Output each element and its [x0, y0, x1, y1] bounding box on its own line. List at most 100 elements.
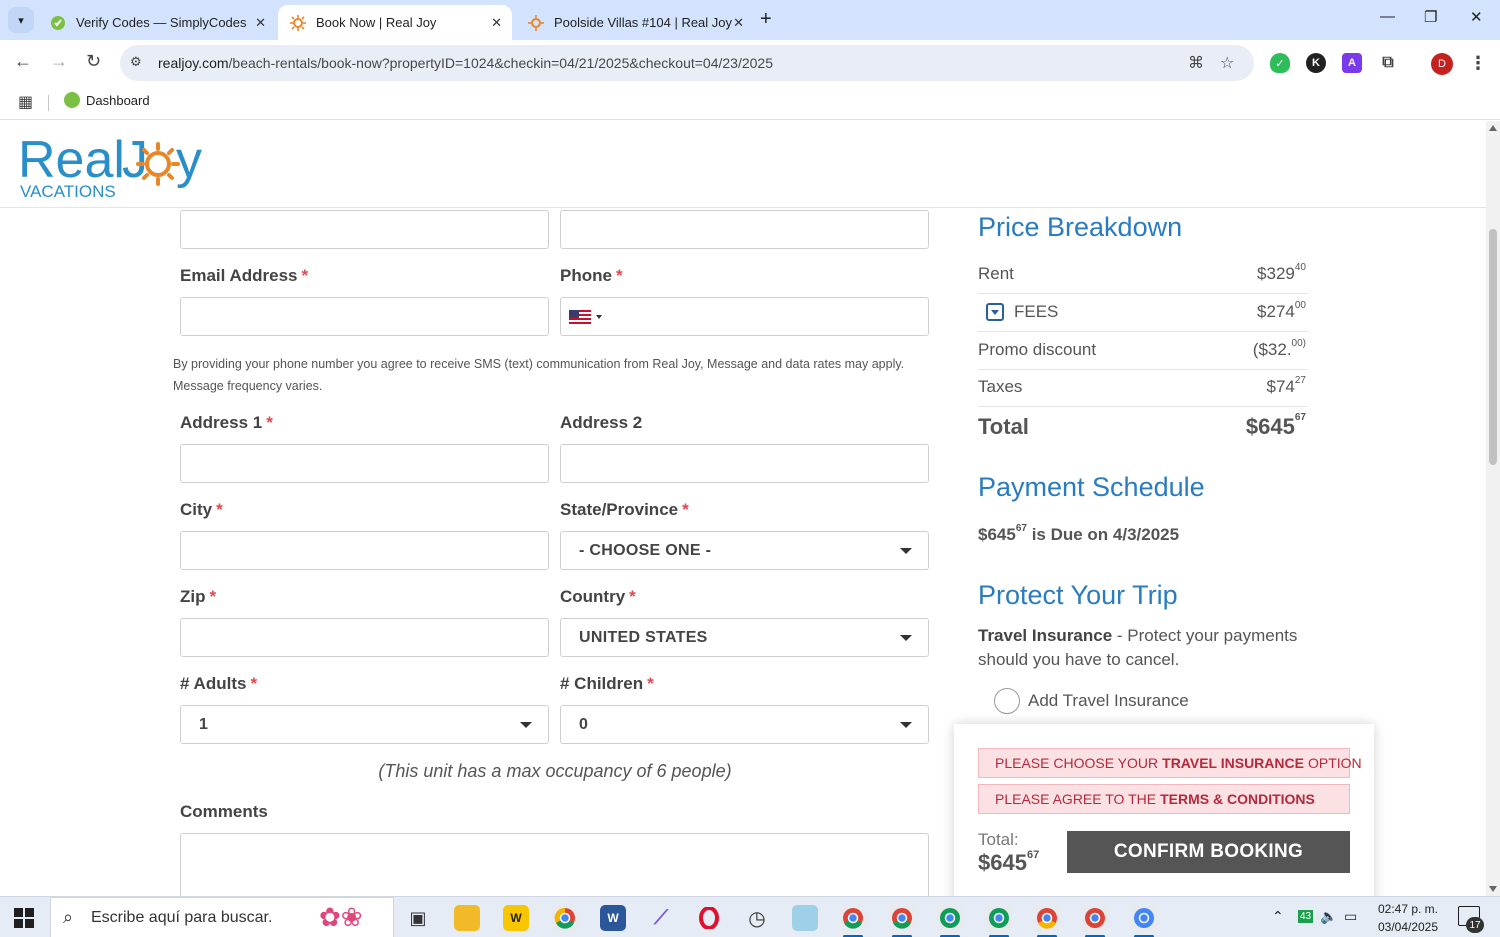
- caret-down-icon: [900, 722, 912, 728]
- new-tab-button[interactable]: +: [760, 8, 772, 31]
- chrome-profile-icon[interactable]: [937, 905, 963, 937]
- feather-app-icon[interactable]: ⟋: [648, 905, 674, 931]
- booking-form-page: Email Address * Phone * By providing your …: [0, 208, 1486, 896]
- bookmark-star-icon[interactable]: ☆: [1220, 53, 1234, 73]
- scrollbar-thumb[interactable]: [1489, 229, 1497, 465]
- city-label: City *: [180, 500, 223, 519]
- tab-poolside-villas[interactable]: Poolside Villas #104 | Real Joy ✕: [516, 5, 754, 40]
- price-row-rent: Rent $32940: [978, 256, 1308, 294]
- travel-insurance-description: Travel Insurance - Protect your payments…: [978, 626, 1298, 669]
- back-arrow-icon[interactable]: ←: [14, 51, 32, 72]
- taskbar-search[interactable]: ⌕ Escribe aquí para buscar. ✿❀: [50, 897, 394, 937]
- last-name-field[interactable]: [560, 210, 929, 249]
- children-select[interactable]: 0: [560, 705, 929, 744]
- scroll-down-icon[interactable]: [1489, 886, 1497, 892]
- zip-field[interactable]: [180, 618, 549, 657]
- puzzle-extensions-icon[interactable]: ⧉: [1378, 53, 1398, 73]
- confirm-booking-button[interactable]: CONFIRM BOOKING: [1067, 831, 1350, 873]
- expand-toggle-icon[interactable]: [986, 303, 1004, 321]
- chrome-profile-icon[interactable]: [1034, 905, 1060, 937]
- adults-select[interactable]: 1: [180, 705, 549, 744]
- popup-total-label: Total:: [978, 830, 1019, 849]
- add-travel-insurance-radio[interactable]: [994, 688, 1020, 714]
- profile-avatar[interactable]: D: [1431, 53, 1453, 75]
- extension-icon[interactable]: K: [1306, 53, 1326, 73]
- file-explorer-icon[interactable]: [454, 905, 480, 931]
- site-info-icon[interactable]: ⚙: [130, 54, 142, 70]
- address2-label: Address 2: [560, 413, 643, 432]
- booking-summary-popup: PLEASE CHOOSE YOUR TRAVEL INSURANCE OPTION…: [954, 724, 1374, 896]
- chrome-profile-icon[interactable]: [986, 905, 1012, 937]
- minimize-icon[interactable]: —: [1380, 8, 1395, 25]
- address1-field[interactable]: [180, 444, 549, 483]
- city-field[interactable]: [180, 531, 549, 570]
- svg-text:J: J: [122, 131, 148, 189]
- address2-field[interactable]: [560, 444, 929, 483]
- bookmark-dashboard[interactable]: Dashboard: [64, 92, 150, 108]
- first-name-field[interactable]: [180, 210, 549, 249]
- chrome-icon[interactable]: [552, 905, 578, 931]
- chevron-up-icon[interactable]: ⌃: [1272, 908, 1284, 925]
- tray-app-icon[interactable]: 43: [1298, 910, 1314, 923]
- translate-icon[interactable]: ⌘: [1188, 53, 1204, 73]
- site-header: Real J y VACATIONS: [0, 121, 1486, 208]
- menu-kebab-icon[interactable]: ⋮: [1468, 53, 1488, 73]
- email-field[interactable]: [180, 297, 549, 336]
- shield-extension-icon[interactable]: ✓: [1270, 53, 1290, 73]
- page-scrollbar[interactable]: [1486, 121, 1500, 896]
- network-icon[interactable]: ▭: [1344, 908, 1357, 925]
- realjoy-logo[interactable]: Real J y VACATIONS: [18, 127, 208, 203]
- adults-label: # Adults *: [180, 674, 258, 693]
- phone-field[interactable]: [560, 297, 929, 336]
- clock-app-icon[interactable]: ◷: [744, 905, 770, 931]
- add-travel-insurance-label[interactable]: Add Travel Insurance: [1028, 691, 1189, 711]
- forward-arrow-icon[interactable]: →: [50, 51, 68, 72]
- svg-text:y: y: [176, 131, 202, 189]
- chrome-profile-icon[interactable]: [840, 905, 866, 937]
- opera-icon[interactable]: [696, 905, 722, 931]
- chevron-down-icon[interactable]: [596, 315, 602, 319]
- caret-down-icon: [900, 548, 912, 554]
- state-select[interactable]: - CHOOSE ONE -: [560, 531, 929, 570]
- comments-textarea[interactable]: [180, 833, 929, 896]
- close-window-icon[interactable]: ✕: [1470, 8, 1483, 26]
- app-icon[interactable]: [792, 905, 818, 931]
- restore-icon[interactable]: ❐: [1424, 8, 1437, 26]
- app-icon[interactable]: W: [503, 905, 529, 931]
- scroll-up-icon[interactable]: [1489, 125, 1497, 131]
- taskbar-clock[interactable]: 02:47 p. m. 03/04/2025: [1372, 900, 1444, 936]
- price-row-fees[interactable]: FEES $27400: [978, 294, 1308, 332]
- tab-book-now[interactable]: Book Now | Real Joy ✕: [278, 5, 512, 40]
- protect-trip-title: Protect Your Trip: [978, 580, 1178, 610]
- tab-search-button[interactable]: ▾: [8, 7, 34, 33]
- task-view-icon[interactable]: ▣: [405, 905, 431, 931]
- email-label: Email Address *: [180, 266, 309, 285]
- close-icon[interactable]: ✕: [733, 15, 744, 31]
- occupancy-note: (This unit has a max occupancy of 6 peop…: [378, 761, 732, 781]
- phone-label: Phone *: [560, 266, 623, 285]
- us-flag-icon[interactable]: [569, 310, 591, 324]
- word-icon[interactable]: W: [600, 905, 626, 931]
- chrome-profile-icon[interactable]: [889, 905, 915, 937]
- payment-schedule-title: Payment Schedule: [978, 472, 1205, 502]
- country-select[interactable]: UNITED STATES: [560, 618, 929, 657]
- payment-due-line: $64567 is Due on 4/3/2025: [978, 523, 1180, 544]
- chrome-profile-icon[interactable]: [1131, 905, 1157, 937]
- notification-count-badge: 17: [1466, 917, 1484, 933]
- close-icon[interactable]: ✕: [491, 15, 502, 31]
- volume-icon[interactable]: 🔈: [1320, 908, 1337, 925]
- extension-icon[interactable]: A: [1342, 53, 1362, 73]
- chrome-profile-icon[interactable]: [1082, 905, 1108, 937]
- tab-verify-codes[interactable]: Verify Codes — SimplyCodes ✕: [38, 5, 276, 40]
- url-text[interactable]: realjoy.com/beach-rentals/book-now?prope…: [158, 55, 773, 71]
- close-icon[interactable]: ✕: [255, 15, 266, 31]
- flowers-icon: ✿❀: [319, 902, 363, 932]
- address1-label: Address 1 *: [180, 413, 273, 432]
- address-bar[interactable]: ⚙ realjoy.com/beach-rentals/book-now?pro…: [120, 45, 1254, 81]
- svg-text:VACATIONS: VACATIONS: [20, 182, 116, 201]
- tab-label: Poolside Villas #104 | Real Joy: [554, 15, 733, 30]
- apps-grid-icon[interactable]: ▦: [18, 92, 33, 112]
- windows-start-icon[interactable]: [14, 908, 34, 928]
- price-breakdown-title: Price Breakdown: [978, 212, 1183, 242]
- reload-icon[interactable]: ↻: [86, 51, 101, 72]
